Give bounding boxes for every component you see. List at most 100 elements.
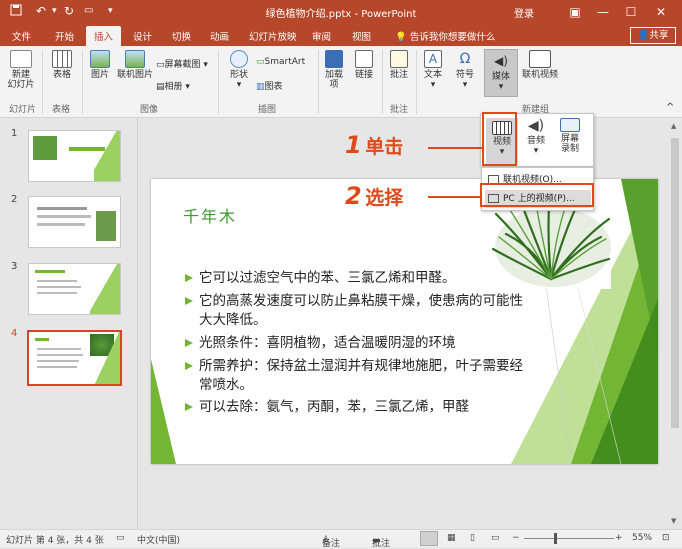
zoom-out-icon[interactable]: − [512, 533, 520, 543]
lightbulb-icon: 💡 [395, 32, 407, 43]
zoom-in-icon[interactable]: + [615, 533, 623, 543]
annotation-step-1: 1 单击 [345, 131, 404, 159]
bullet-item[interactable]: 它的高蒸发速度可以防止鼻粘膜干燥，使患病的可能性大大降低。 [185, 292, 535, 330]
ribbon-display-options-icon[interactable]: ▣ [562, 2, 588, 22]
text-box-icon: A [424, 50, 442, 68]
language-indicator[interactable]: 中文(中国) [137, 533, 180, 546]
addins-button[interactable]: 加载 项 [322, 50, 346, 90]
speaker-icon: ◀) [494, 54, 508, 68]
thumbnail-number: 4 [11, 328, 18, 339]
omega-icon: Ω [459, 51, 471, 67]
shapes-icon [230, 50, 248, 68]
group-images-label: 图像 [140, 105, 159, 115]
bullet-item[interactable]: 所需养护：保持盆土湿润并有规律地施肥，叶子需要经常喷水。 [185, 357, 535, 395]
maximize-icon[interactable]: ☐ [618, 2, 644, 22]
picture-icon [90, 50, 110, 68]
vertical-scrollbar[interactable]: ▲ ▼ [668, 118, 682, 529]
screen-recording-button[interactable]: 屏幕 录制 [553, 118, 587, 154]
smartart-icon: ▭ [256, 57, 265, 67]
tab-slideshow[interactable]: 幻灯片放映 [249, 29, 297, 43]
slideshow-view-icon[interactable]: ▭ [491, 533, 500, 543]
media-button[interactable]: ◀) 媒体 ▾ [484, 49, 518, 97]
tell-me-search[interactable]: 💡 告诉我你想要做什么 [395, 29, 495, 43]
slide-sorter-icon[interactable]: ▦ [447, 533, 456, 543]
video-film-icon [529, 50, 551, 68]
zoom-level[interactable]: 55% [632, 533, 652, 543]
minimize-icon[interactable]: — [590, 2, 616, 22]
online-pictures-button[interactable]: 联机图片 [115, 50, 155, 80]
screenshot-icon: ▭ [156, 60, 165, 70]
slide-count: 幻灯片 第 4 张，共 4 张 [6, 536, 104, 546]
audio-button[interactable]: ◀) 音频 ▾ [521, 118, 551, 156]
chart-button[interactable]: ▥图表 [256, 79, 283, 92]
ribbon-tabs: 文件 开始 插入 设计 切换 动画 幻灯片放映 审阅 视图 💡 告诉我你想要做什… [0, 24, 682, 46]
comment-button[interactable]: 批注 [386, 50, 412, 80]
link-icon [355, 50, 373, 68]
thumbnail-number: 2 [11, 194, 18, 205]
scroll-down-icon[interactable]: ▼ [671, 517, 676, 525]
title-bar: ↶ ▾ ↻ ▭ ▾ 绿色植物介绍.pptx - PowerPoint 登录 ▣ … [0, 0, 682, 24]
bullet-item[interactable]: 可以去除：氨气，丙酮，苯，三氯乙烯，甲醛 [185, 398, 535, 417]
table-icon [52, 50, 72, 68]
normal-view-icon[interactable] [420, 531, 438, 546]
tab-review[interactable]: 审阅 [312, 29, 331, 43]
online-picture-icon [125, 50, 145, 68]
album-icon: ▤ [156, 82, 165, 92]
zoom-slider-track[interactable] [524, 538, 614, 539]
tab-home[interactable]: 开始 [55, 29, 74, 43]
bullet-item[interactable]: 它可以过滤空气中的苯、三氯乙烯和甲醛。 [185, 269, 535, 288]
screenshot-button[interactable]: ▭屏幕截图 ▾ [156, 57, 208, 70]
table-button[interactable]: 表格 [48, 50, 76, 80]
photo-album-button[interactable]: ▤相册 ▾ [156, 79, 190, 92]
pictures-button[interactable]: 图片 [86, 50, 114, 80]
smartart-button[interactable]: ▭SmartArt [256, 57, 305, 67]
slide-thumbnail-3[interactable] [28, 263, 121, 315]
tab-transitions[interactable]: 切换 [172, 29, 191, 43]
slide-thumbnail-2[interactable] [28, 196, 121, 248]
tab-view[interactable]: 视图 [352, 29, 371, 43]
ribbon: 新建 幻灯片 表格 图片 联机图片 ▭屏幕截图 ▾ ▤相册 ▾ 形状 ▾ ▭Sm… [0, 46, 682, 118]
text-button[interactable]: A 文本 ▾ [420, 50, 446, 90]
thumbnail-image [33, 136, 57, 160]
thumbnail-number: 1 [11, 128, 18, 139]
collapse-ribbon-icon[interactable]: ^ [666, 102, 674, 113]
person-icon: 👤 [637, 30, 650, 41]
links-button[interactable]: 链接 [352, 50, 376, 80]
comment-icon [390, 50, 408, 68]
slide-thumbnail-4[interactable] [27, 330, 122, 386]
tab-insert[interactable]: 插入 [86, 26, 122, 46]
new-slide-icon [10, 50, 32, 68]
shapes-button[interactable]: 形状 ▾ [226, 50, 252, 90]
tab-animations[interactable]: 动画 [210, 29, 229, 43]
annotation-line-2 [428, 196, 480, 198]
reading-view-icon[interactable]: ▯ [470, 533, 475, 543]
spellcheck-icon[interactable]: ▭ [116, 533, 125, 543]
slide-canvas[interactable]: 千年木 它可以过滤空气中的苯、三氯乙烯和甲醛。 它的高蒸发速度可以防止鼻粘膜干燥… [151, 179, 658, 464]
tab-design[interactable]: 设计 [133, 29, 152, 43]
tab-file[interactable]: 文件 [12, 29, 31, 43]
zoom-slider-thumb[interactable] [554, 533, 557, 544]
group-comments-label: 批注 [390, 105, 409, 115]
fit-slide-icon[interactable]: ⊡ [662, 533, 670, 543]
group-tables-label: 表格 [52, 105, 71, 115]
bullet-item[interactable]: 光照条件：喜阴植物，适合温暖阴湿的环境 [185, 334, 535, 353]
thumbnail-image [96, 211, 116, 241]
addins-icon [325, 50, 343, 68]
slide-title[interactable]: 千年木 [183, 203, 237, 227]
screen-record-icon [560, 118, 580, 132]
thumbnail-number: 3 [11, 261, 18, 272]
scroll-up-icon[interactable]: ▲ [671, 122, 676, 130]
scroll-thumb[interactable] [671, 138, 679, 428]
group-illustrations-label: 插图 [258, 105, 277, 115]
login-link[interactable]: 登录 [514, 5, 534, 20]
new-slide-button[interactable]: 新建 幻灯片 [4, 50, 38, 90]
slide-thumbnails-pane: 1 2 3 4 [0, 118, 138, 529]
close-icon[interactable]: ✕ [648, 2, 674, 22]
annotation-line-1 [428, 147, 482, 149]
chart-icon: ▥ [256, 82, 265, 92]
slide-thumbnail-1[interactable] [28, 130, 121, 182]
share-button[interactable]: 👤共享 [630, 27, 676, 44]
symbols-button[interactable]: Ω 符号 ▾ [452, 50, 478, 90]
online-video-button[interactable]: 联机视频 [520, 50, 560, 80]
annotation-box-video [482, 112, 517, 166]
